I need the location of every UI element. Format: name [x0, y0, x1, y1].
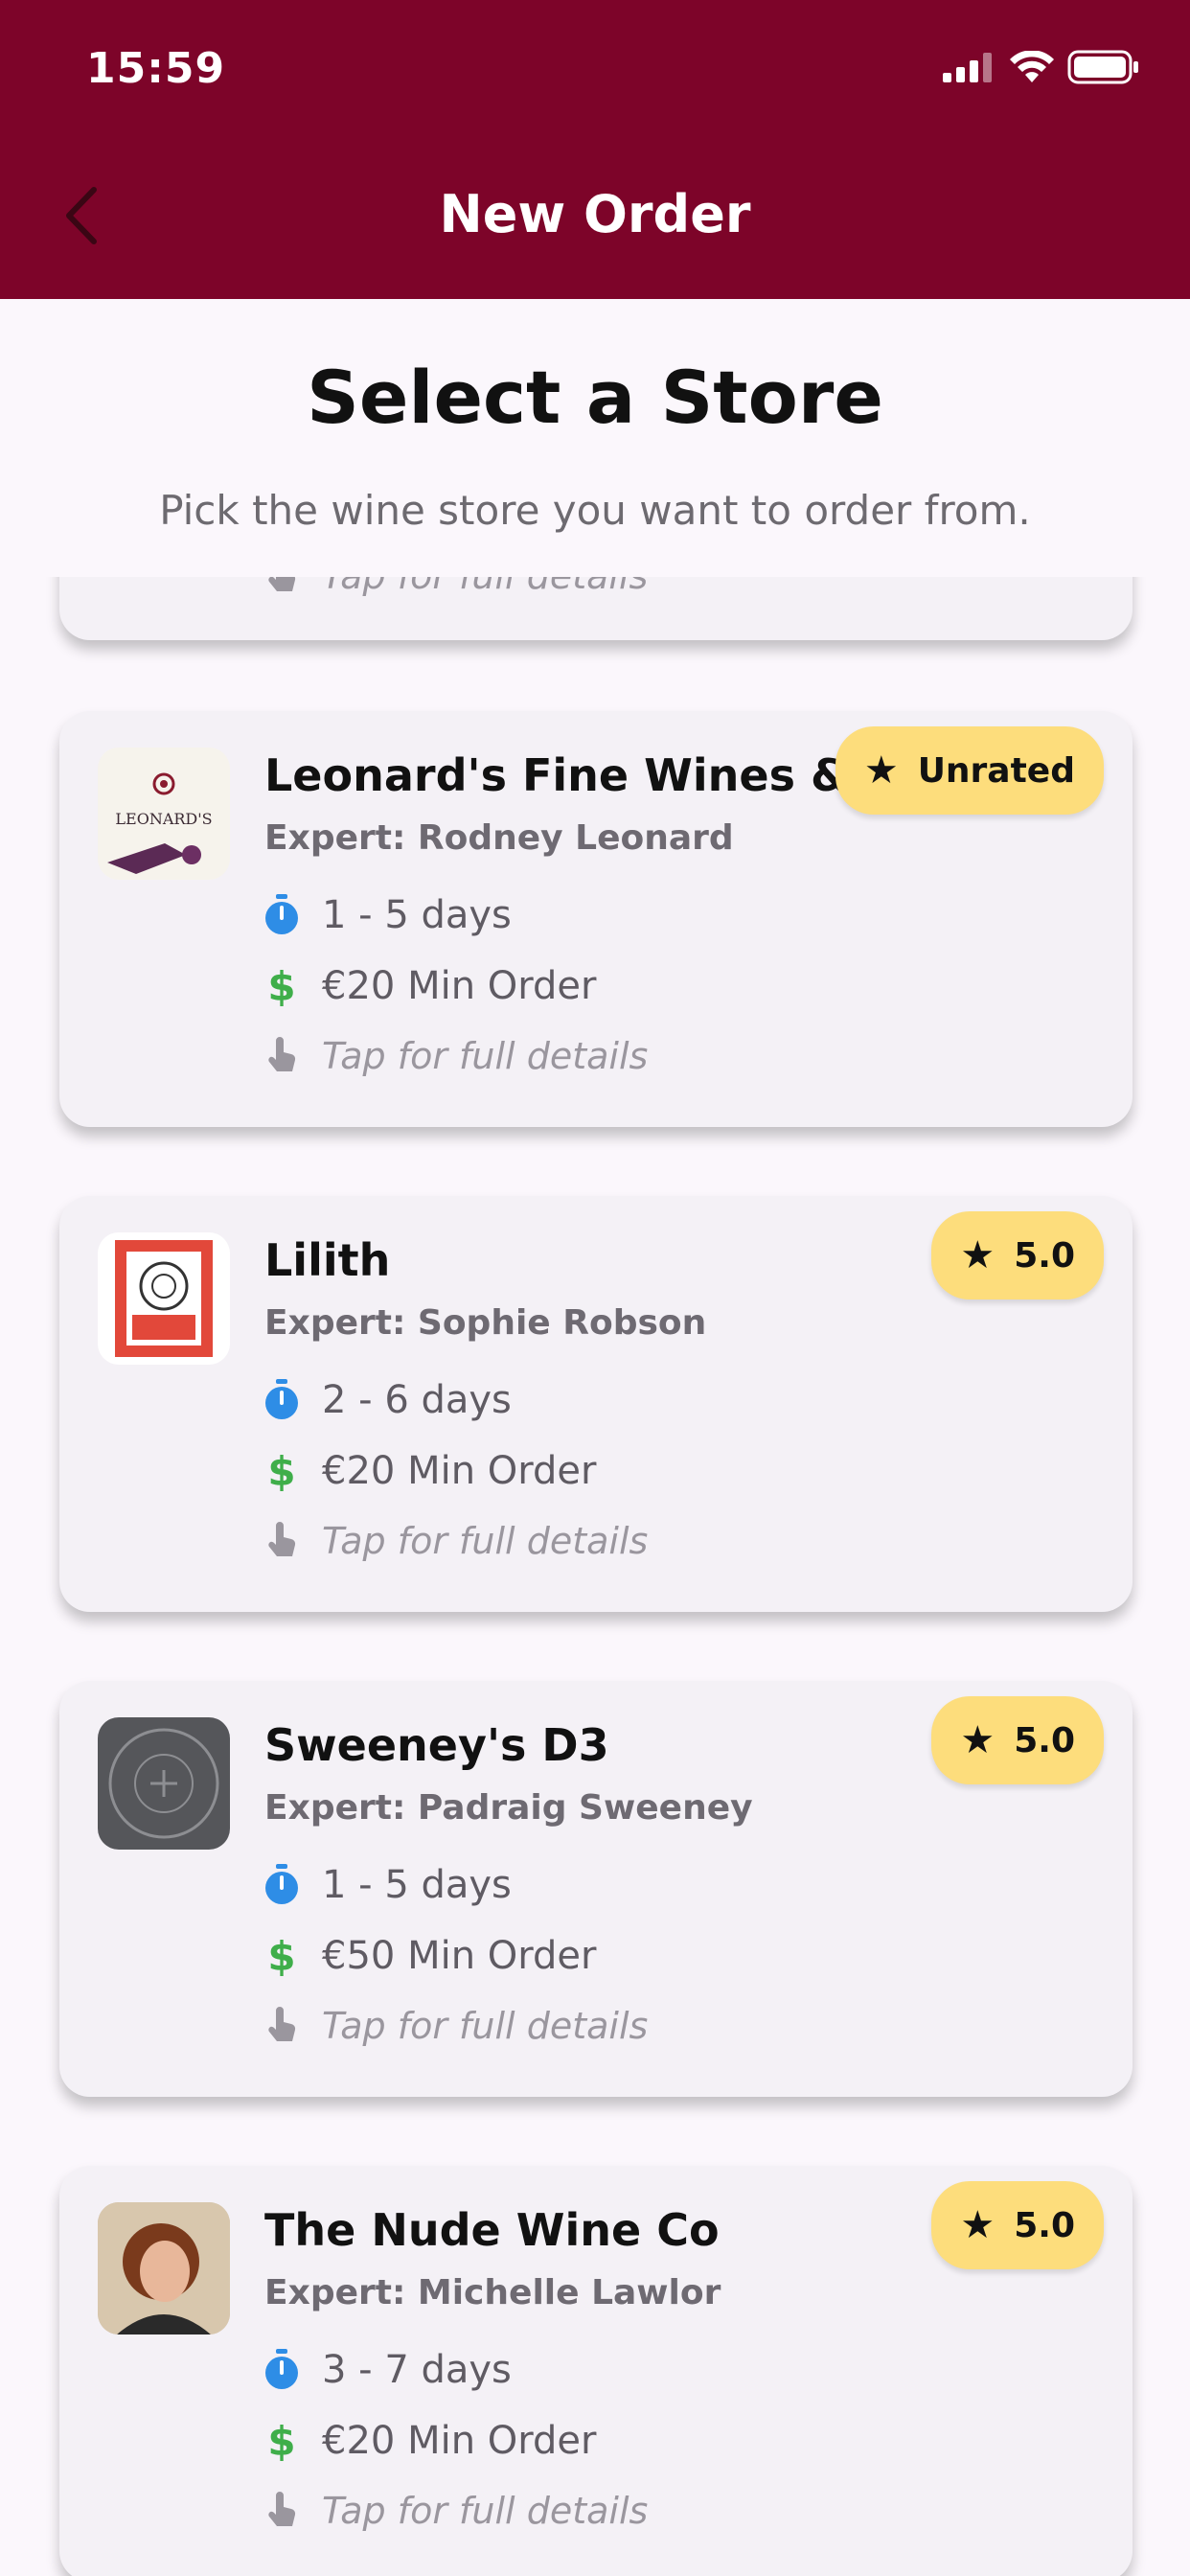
store-name: Leonard's Fine Wines & — [264, 749, 850, 801]
store-logo — [98, 1232, 230, 1365]
tap-hint-text: Tap for full details — [322, 2005, 649, 2047]
star-icon: ★ — [960, 1233, 995, 1277]
store-expert: Expert: Sophie Robson — [264, 1303, 707, 1343]
store-name: Sweeney's D3 — [264, 1719, 609, 1771]
rating-badge: ★ Unrated — [835, 726, 1104, 815]
logo-wordmark: LEONARD'S — [115, 810, 212, 828]
store-logo: LEONARD'S — [98, 748, 230, 880]
store-list[interactable]: Tap for full details LEONARD'S Leonard's… — [0, 577, 1190, 2576]
tap-hint-row: Tap for full details — [264, 577, 648, 597]
dollar-icon: $ — [267, 1447, 296, 1495]
store-card[interactable]: LEONARD'S Leonard's Fine Wines & Expert:… — [59, 711, 1133, 1127]
min-order: €50 Min Order — [322, 1934, 597, 1978]
tap-hint-row: Tap for full details — [264, 1520, 648, 1562]
delivery-row: 1 - 5 days — [264, 1863, 512, 1907]
tap-hand-icon — [261, 2005, 303, 2047]
tap-hand-icon — [261, 1035, 303, 1077]
store-card-partial[interactable]: Tap for full details — [59, 577, 1133, 640]
rating-value: 5.0 — [1014, 2205, 1075, 2245]
min-order: €20 Min Order — [322, 964, 597, 1008]
rating-value: 5.0 — [1014, 1720, 1075, 1760]
min-order: €20 Min Order — [322, 1449, 597, 1493]
store-logo — [98, 1717, 230, 1850]
tap-hand-icon — [261, 577, 303, 597]
stopwatch-icon — [261, 1379, 303, 1421]
signal-icon — [943, 53, 992, 82]
store-card[interactable]: The Nude Wine Co Expert: Michelle Lawlor… — [59, 2166, 1133, 2576]
delivery-time: 1 - 5 days — [322, 1863, 512, 1907]
store-expert: Expert: Rodney Leonard — [264, 818, 734, 858]
delivery-row: 1 - 5 days — [264, 893, 512, 937]
dollar-icon: $ — [267, 1932, 296, 1980]
min-order-row: $ €20 Min Order — [264, 1447, 597, 1495]
status-time: 15:59 — [86, 44, 226, 93]
store-name: Lilith — [264, 1234, 391, 1286]
status-icons — [943, 50, 1140, 84]
min-order: €20 Min Order — [322, 2419, 597, 2463]
app-bar: 15:59 New Order — [0, 0, 1190, 299]
tap-hint-text: Tap for full details — [322, 1035, 649, 1077]
rating-badge: ★ 5.0 — [931, 1696, 1104, 1784]
dollar-icon: $ — [267, 962, 296, 1010]
min-order-row: $ €20 Min Order — [264, 962, 597, 1010]
appbar-title: New Order — [439, 184, 751, 244]
tap-hint-row: Tap for full details — [264, 2005, 648, 2047]
battery-icon — [1067, 50, 1138, 84]
page-subtitle: Pick the wine store you want to order fr… — [159, 487, 1031, 534]
star-icon: ★ — [960, 1718, 995, 1762]
tap-hint-text: Tap for full details — [322, 2490, 649, 2532]
rating-value: 5.0 — [1014, 1235, 1075, 1276]
rating-badge: ★ 5.0 — [931, 1211, 1104, 1300]
dollar-icon: $ — [267, 2417, 296, 2465]
delivery-row: 2 - 6 days — [264, 1378, 512, 1422]
tap-hint-text: Tap for full details — [322, 577, 648, 597]
delivery-time: 2 - 6 days — [322, 1378, 512, 1422]
store-expert: Expert: Padraig Sweeney — [264, 1788, 753, 1828]
min-order-row: $ €20 Min Order — [264, 2417, 597, 2465]
stopwatch-icon — [261, 1864, 303, 1906]
tap-hint-row: Tap for full details — [264, 2490, 648, 2532]
rating-value: Unrated — [917, 750, 1075, 791]
delivery-row: 3 - 7 days — [264, 2348, 512, 2392]
star-icon: ★ — [960, 2203, 995, 2247]
store-name: The Nude Wine Co — [264, 2204, 720, 2256]
store-expert: Expert: Michelle Lawlor — [264, 2273, 721, 2312]
min-order-row: $ €50 Min Order — [264, 1932, 597, 1980]
delivery-time: 3 - 7 days — [322, 2348, 512, 2392]
rating-badge: ★ 5.0 — [931, 2181, 1104, 2269]
star-icon: ★ — [863, 748, 899, 793]
stopwatch-icon — [261, 2349, 303, 2391]
page-title: Select a Store — [307, 355, 883, 440]
store-card[interactable]: Lilith Expert: Sophie Robson 2 - 6 days … — [59, 1196, 1133, 1612]
delivery-time: 1 - 5 days — [322, 893, 512, 937]
wifi-icon — [1010, 51, 1054, 82]
tap-hand-icon — [261, 1520, 303, 1562]
store-card[interactable]: Sweeney's D3 Expert: Padraig Sweeney 1 -… — [59, 1681, 1133, 2097]
tap-hint-text: Tap for full details — [322, 1520, 649, 1562]
tap-hand-icon — [261, 2490, 303, 2532]
stopwatch-icon — [261, 894, 303, 936]
tap-hint-row: Tap for full details — [264, 1035, 648, 1077]
store-logo — [98, 2202, 230, 2334]
